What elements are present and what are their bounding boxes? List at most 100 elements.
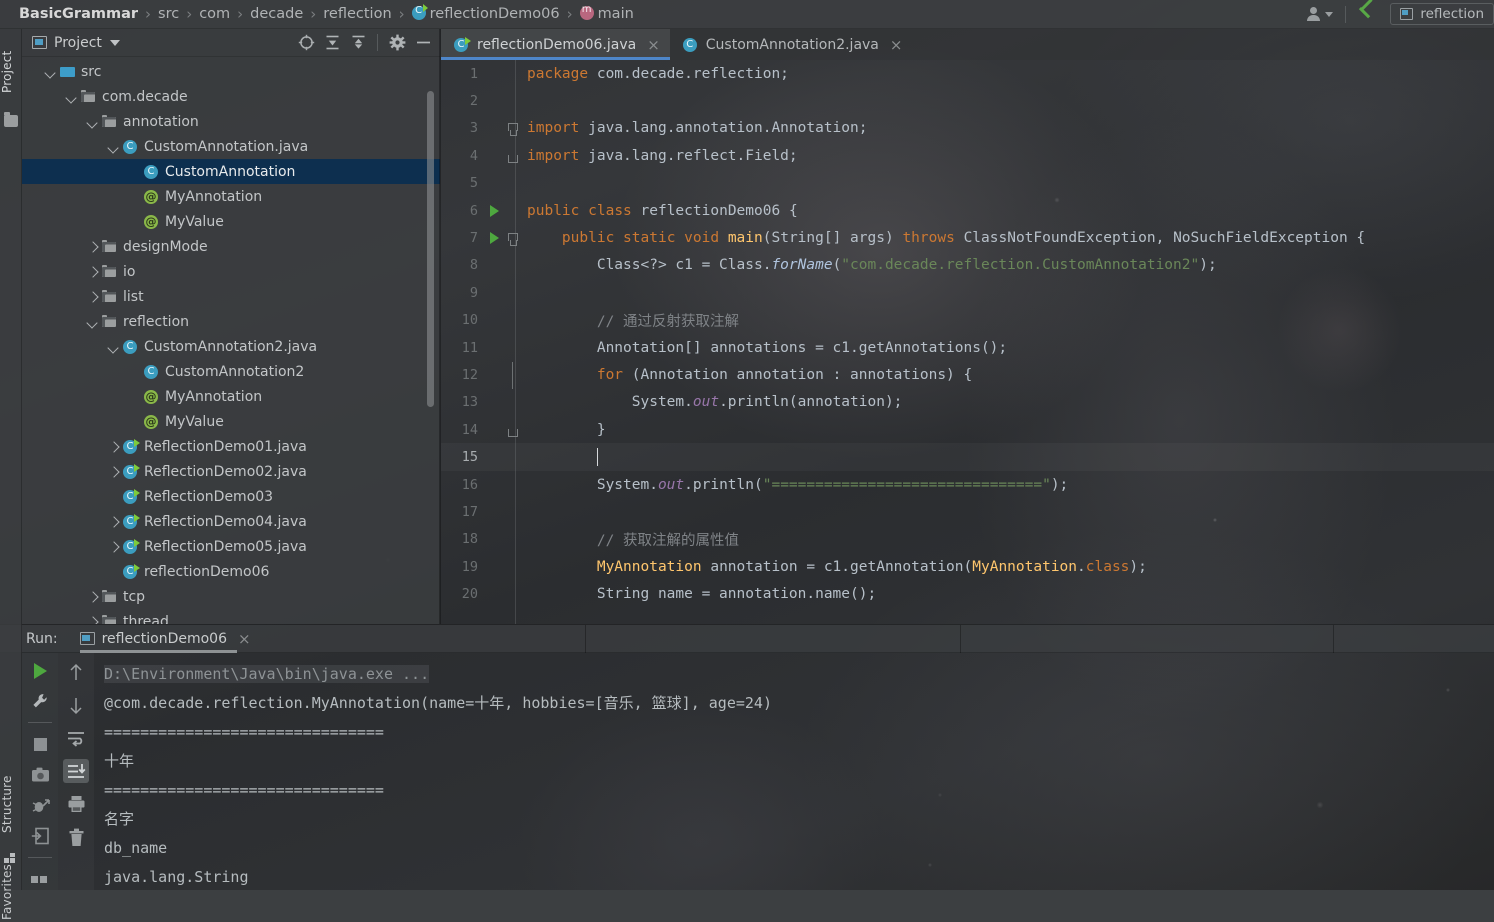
code-line[interactable]: 13 System.out.println(annotation); (441, 389, 1494, 416)
close-icon[interactable]: × (890, 36, 903, 54)
breadcrumb-item-reflectiondemo06[interactable]: reflectionDemo06 (405, 4, 567, 22)
tree-item[interactable]: ReflectionDemo01.java (22, 434, 440, 459)
code-line[interactable]: 18 // 获取注解的属性值 (441, 526, 1494, 553)
breadcrumb-item-src[interactable]: src (151, 6, 186, 22)
chevron-down-icon[interactable] (64, 89, 80, 105)
close-icon[interactable]: × (647, 36, 660, 54)
locate-icon[interactable] (295, 32, 317, 54)
hide-panel-icon[interactable] (412, 32, 434, 54)
breadcrumb-item-com[interactable]: com (192, 6, 237, 22)
tree-item[interactable]: thread (22, 609, 440, 624)
console-output[interactable]: D:\Environment\Java\bin\java.exe ... @com… (94, 653, 1494, 890)
sidebar-tab-structure[interactable]: Structure (0, 769, 22, 839)
tree-item[interactable]: ReflectionDemo03 (22, 484, 440, 509)
code-line[interactable]: 7 public static void main(String[] args)… (441, 224, 1494, 251)
code-line[interactable]: 11 Annotation[] annotations = c1.getAnno… (441, 334, 1494, 361)
breadcrumb[interactable]: BasicGrammar›src›com›decade›reflection›r… (0, 4, 641, 23)
sidebar-tab-project[interactable]: Project (0, 41, 22, 103)
snapshot-button[interactable] (27, 764, 53, 786)
soft-wrap-button[interactable] (63, 726, 89, 750)
chevron-down-icon[interactable] (85, 314, 101, 330)
tree-item[interactable]: ReflectionDemo02.java (22, 459, 440, 484)
tree-item[interactable]: MyValue (22, 409, 440, 434)
chevron-down-icon[interactable] (109, 39, 120, 46)
chevron-right-icon[interactable] (106, 539, 122, 555)
chevron-down-icon[interactable] (85, 114, 101, 130)
chevron-right-icon[interactable] (85, 289, 101, 305)
code-line[interactable]: 5 (441, 170, 1494, 197)
code-line[interactable]: 4 import java.lang.reflect.Field; (441, 142, 1494, 169)
run-tab[interactable]: reflectionDemo06 × (79, 624, 251, 653)
layout-button[interactable] (27, 868, 53, 890)
tree-item[interactable]: ReflectionDemo04.java (22, 509, 440, 534)
update-project-button[interactable] (1350, 0, 1386, 29)
sidebar-tab-favorites[interactable]: Favorites (0, 862, 22, 922)
code-line[interactable]: 16 System.out.println("=================… (441, 471, 1494, 498)
editor-tab[interactable]: CustomAnnotation2.java × (670, 29, 913, 60)
code-line[interactable]: 12 for (Annotation annotation : annotati… (441, 361, 1494, 389)
code-line[interactable]: 15 (441, 443, 1494, 470)
breadcrumb-item-basicgrammar[interactable]: BasicGrammar (12, 6, 145, 22)
code-line[interactable]: 3 import java.lang.annotation.Annotation; (441, 115, 1494, 142)
breadcrumb-item-reflection[interactable]: reflection (316, 6, 398, 22)
breadcrumb-item-main[interactable]: main (573, 4, 641, 22)
tree-item[interactable]: list (22, 284, 440, 309)
edit-configuration-button[interactable] (27, 691, 53, 713)
gear-icon[interactable] (386, 32, 408, 54)
tree-item[interactable]: com.decade (22, 84, 440, 109)
chevron-down-icon[interactable] (106, 339, 122, 355)
chevron-down-icon[interactable] (43, 64, 59, 80)
tree-item[interactable]: reflection (22, 309, 440, 334)
tree-item[interactable]: src (22, 59, 440, 84)
project-tree-scrollbar[interactable] (427, 91, 434, 407)
panel-splitter[interactable] (439, 29, 441, 624)
collapse-all-icon[interactable] (347, 32, 369, 54)
tree-item[interactable]: io (22, 259, 440, 284)
tree-item[interactable]: CustomAnnotation2.java (22, 334, 440, 359)
chevron-right-icon[interactable] (85, 589, 101, 605)
print-button[interactable] (63, 792, 89, 816)
run-configuration-selector[interactable]: reflection (1390, 3, 1494, 25)
tree-item[interactable]: reflectionDemo06 (22, 559, 440, 584)
breadcrumb-item-decade[interactable]: decade (243, 6, 310, 22)
project-tree[interactable]: srccom.decade annotation CustomAnnotation.… (22, 57, 440, 624)
code-line[interactable]: 17 (441, 498, 1494, 525)
rerun-button[interactable] (27, 660, 53, 682)
code-line[interactable]: 14 } (441, 416, 1494, 443)
down-button[interactable] (63, 693, 89, 717)
up-button[interactable] (63, 660, 89, 684)
tree-item[interactable]: CustomAnnotation (22, 159, 440, 184)
tree-item[interactable]: MyValue (22, 209, 440, 234)
tree-item[interactable]: CustomAnnotation2 (22, 359, 440, 384)
code-line[interactable]: 20 String name = annotation.name(); (441, 580, 1494, 607)
export-button[interactable] (27, 826, 53, 848)
code-line[interactable]: 10 // 通过反射获取注解 (441, 307, 1494, 334)
chevron-down-icon[interactable] (106, 139, 122, 155)
code-line[interactable]: 9 (441, 279, 1494, 306)
clear-all-button[interactable] (63, 825, 89, 849)
tree-item[interactable]: ReflectionDemo05.java (22, 534, 440, 559)
code-line[interactable]: 8 Class<?> c1 = Class.forName("com.decad… (441, 252, 1494, 279)
code-editor[interactable]: 1 package com.decade.reflection; 2 3 import … (441, 60, 1494, 624)
editor-tab[interactable]: reflectionDemo06.java × (441, 29, 670, 60)
stop-button[interactable] (27, 733, 53, 755)
tree-item[interactable]: MyAnnotation (22, 384, 440, 409)
chevron-right-icon[interactable] (85, 264, 101, 280)
chevron-right-icon[interactable] (106, 464, 122, 480)
scroll-to-end-button[interactable] (63, 759, 89, 783)
tree-item[interactable]: CustomAnnotation.java (22, 134, 440, 159)
code-line[interactable]: 2 (441, 87, 1494, 114)
tree-item[interactable]: MyAnnotation (22, 184, 440, 209)
expand-all-icon[interactable] (321, 32, 343, 54)
user-account-button[interactable] (1298, 0, 1341, 29)
close-icon[interactable]: × (238, 630, 251, 648)
chevron-right-icon[interactable] (85, 614, 101, 625)
code-line[interactable]: 19 MyAnnotation annotation = c1.getAnnot… (441, 553, 1494, 580)
chevron-right-icon[interactable] (106, 439, 122, 455)
chevron-right-icon[interactable] (85, 239, 101, 255)
tree-item[interactable]: designMode (22, 234, 440, 259)
code-line[interactable]: 6 public class reflectionDemo06 { (441, 197, 1494, 224)
tree-item[interactable]: tcp (22, 584, 440, 609)
chevron-right-icon[interactable] (106, 514, 122, 530)
debug-button[interactable] (27, 795, 53, 817)
